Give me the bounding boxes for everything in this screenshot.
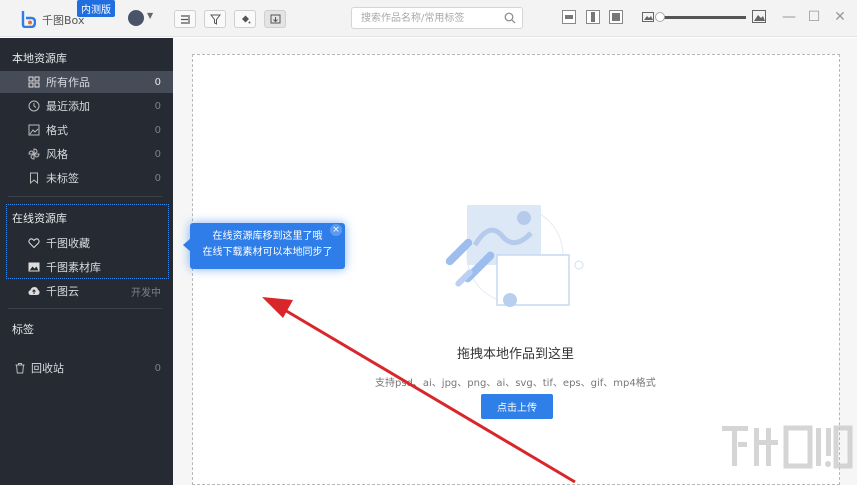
tooltip-close-icon[interactable]: × — [330, 224, 342, 236]
pinwheel-icon — [28, 148, 40, 160]
zoom-out-image-icon[interactable] — [642, 12, 654, 22]
local-library-title: 本地资源库 — [12, 52, 67, 65]
sidebar-item-label: 未标签 — [46, 172, 79, 185]
sidebar-item-untagged[interactable]: 未标签 0 — [0, 167, 173, 189]
supported-formats-text: 支持psd、ai、jpg、png、ai、svg、tif、eps、gif、mp4格… — [375, 378, 656, 389]
zoom-slider[interactable] — [662, 16, 746, 19]
view-grid-button[interactable] — [609, 10, 623, 24]
grid-icon — [28, 76, 40, 88]
image-format-icon — [28, 124, 40, 136]
tooltip-line-2: 在线下载素材可以本地同步了 — [202, 247, 333, 258]
drop-title: 拖拽本地作品到这里 — [0, 343, 857, 362]
view-split-button[interactable] — [586, 10, 600, 24]
cloud-upload-icon — [28, 287, 40, 295]
title-bar: 千图Box 内测版 ▼ — ☐ ✕ — [0, 0, 857, 37]
sidebar-item-label: 千图云 — [46, 285, 79, 298]
list-view-icon — [565, 15, 573, 19]
online-library-tooltip: 在线资源库移到这里了哦 在线下载素材可以本地同步了 — [190, 223, 345, 269]
list-import-icon — [180, 14, 190, 24]
sidebar-item-status: 开发中 — [131, 287, 161, 299]
tooltip-line-1: 在线资源库移到这里了哦 — [212, 231, 323, 242]
sidebar-item-label: 风格 — [46, 148, 68, 161]
fill-button[interactable] — [234, 10, 256, 28]
close-button[interactable]: ✕ — [833, 10, 847, 24]
chevron-down-icon[interactable]: ▼ — [147, 11, 153, 20]
sidebar-item-count: 0 — [154, 148, 161, 160]
maximize-button[interactable]: ☐ — [807, 10, 821, 24]
sidebar-item-recent[interactable]: 最近添加 0 — [0, 95, 173, 117]
zoom-slider-handle[interactable] — [655, 12, 665, 22]
drop-title-text: 拖拽本地作品到这里 — [456, 347, 574, 362]
app-logo-icon — [21, 11, 36, 28]
search-box[interactable] — [351, 7, 523, 29]
download-button[interactable] — [264, 10, 286, 28]
zoom-in-image-icon[interactable] — [752, 10, 766, 23]
sidebar-item-count: 0 — [154, 100, 161, 112]
sidebar: 本地资源库 所有作品 0 最近添加 0 格式 0 风格 0 未标签 0 在线资源… — [0, 38, 173, 485]
bookmark-icon — [30, 172, 38, 184]
view-list-button[interactable] — [562, 10, 576, 24]
tags-title[interactable]: 标签 — [12, 321, 34, 337]
sidebar-item-count: 0 — [154, 172, 161, 184]
beta-badge: 内测版 — [77, 0, 115, 17]
sidebar-item-format[interactable]: 格式 0 — [0, 119, 173, 141]
minimize-button[interactable]: — — [782, 10, 796, 24]
divider — [8, 308, 162, 309]
user-avatar[interactable] — [128, 10, 144, 26]
import-button[interactable] — [174, 10, 196, 28]
upload-button[interactable]: 点击上传 — [481, 394, 553, 419]
sidebar-item-label: 最近添加 — [46, 100, 90, 113]
trash-icon — [15, 363, 25, 374]
sidebar-item-qiantu-cloud[interactable]: 千图云 开发中 — [0, 280, 173, 302]
split-view-icon — [591, 12, 595, 22]
search-icon[interactable] — [504, 12, 516, 24]
sidebar-item-count: 0 — [154, 362, 161, 374]
filter-icon — [209, 14, 221, 25]
sidebar-item-label: 格式 — [46, 124, 68, 137]
grid-view-icon — [612, 13, 620, 21]
clock-icon — [28, 100, 40, 112]
paint-bucket-icon — [241, 15, 250, 23]
upload-illustration-icon — [445, 205, 584, 307]
sidebar-item-style[interactable]: 风格 0 — [0, 143, 173, 165]
divider — [8, 196, 162, 197]
watermark-logo-icon — [722, 425, 853, 469]
sidebar-item-all-works[interactable]: 所有作品 0 — [0, 71, 173, 93]
sidebar-item-label: 回收站 — [31, 362, 64, 375]
search-input[interactable] — [352, 8, 502, 28]
filter-button[interactable] — [204, 10, 226, 28]
online-library-highlight — [6, 204, 169, 279]
sidebar-item-label: 所有作品 — [46, 76, 90, 89]
sidebar-item-count: 0 — [154, 76, 161, 88]
sidebar-item-count: 0 — [154, 124, 161, 136]
download-icon — [270, 14, 280, 23]
